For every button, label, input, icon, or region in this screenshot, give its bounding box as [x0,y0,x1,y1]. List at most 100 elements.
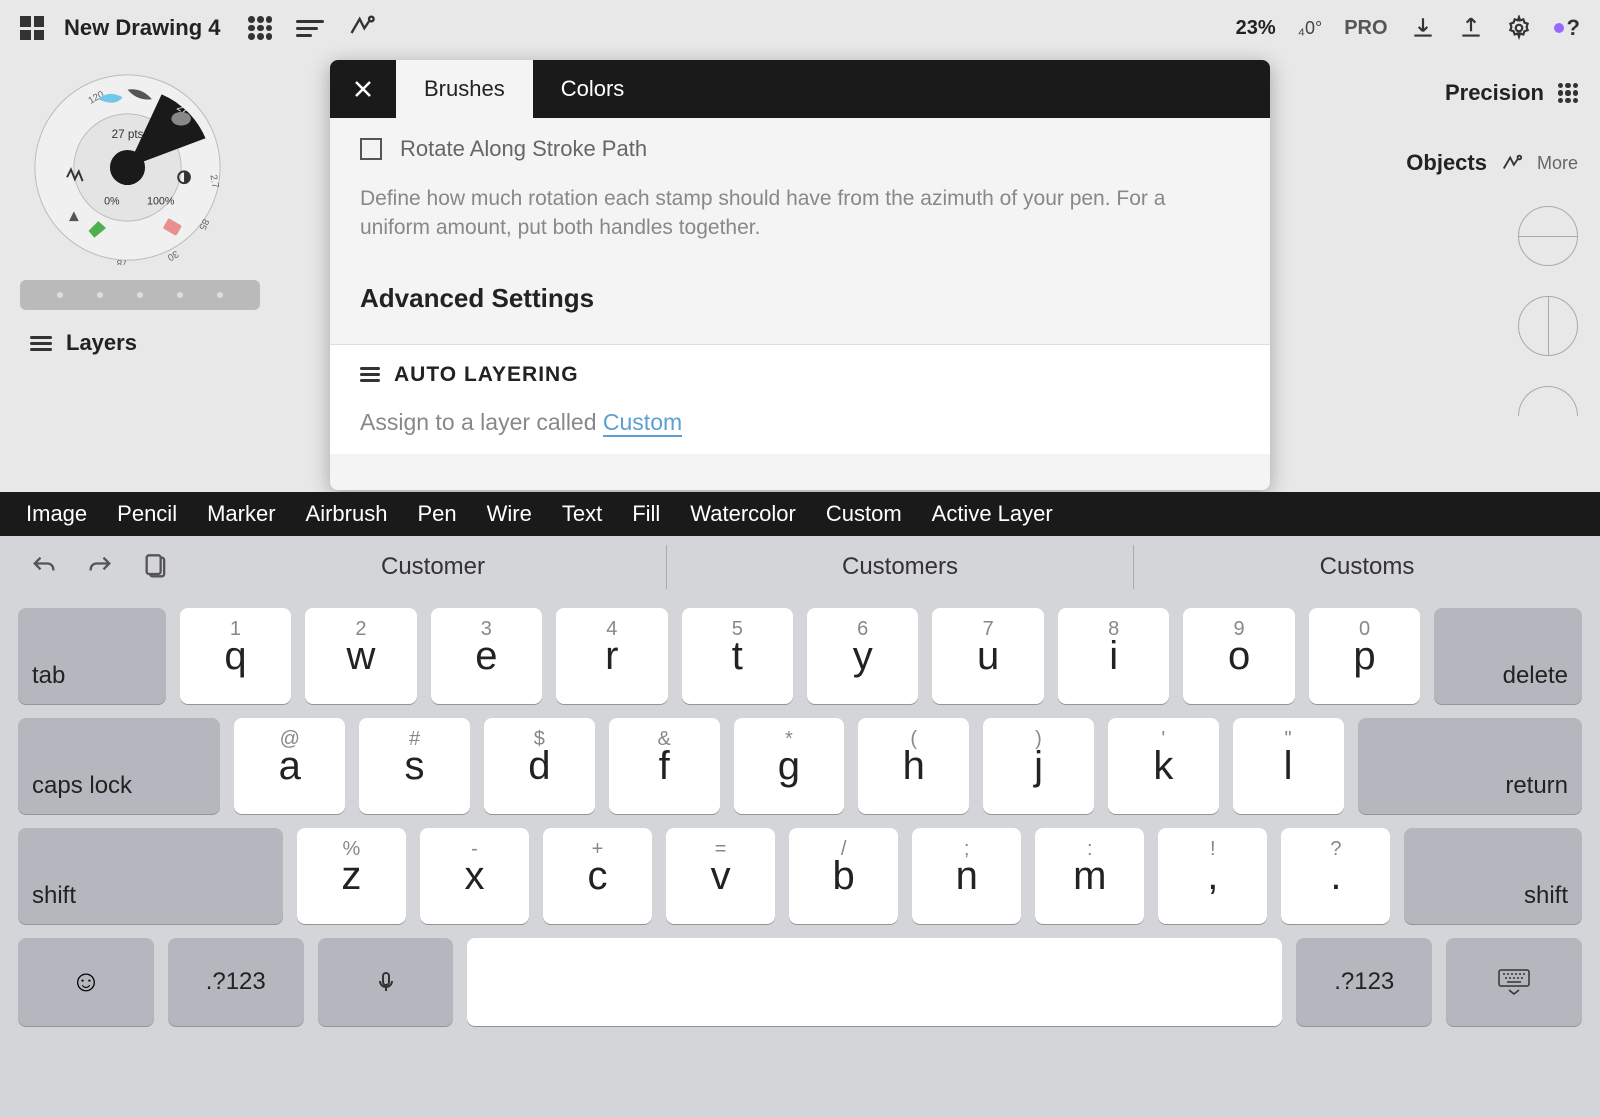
pen-shape-icon[interactable] [1501,152,1523,174]
key-numbers[interactable]: .?123 [168,938,304,1026]
key-j[interactable]: )j [983,718,1094,814]
key-v[interactable]: =v [666,828,775,924]
close-button[interactable] [330,60,396,118]
suggestion-item[interactable]: Pencil [117,501,177,527]
section-advanced-settings: Advanced Settings [360,283,1240,344]
key-q[interactable]: 1q [180,608,291,704]
key-g[interactable]: *g [734,718,845,814]
help-text: Define how much rotation each stamp shou… [360,184,1240,243]
download-icon[interactable] [1410,15,1436,41]
key-z[interactable]: %z [297,828,406,924]
redo-icon[interactable] [86,553,114,581]
key-return[interactable]: return [1358,718,1583,814]
undo-icon[interactable] [30,553,58,581]
key-x[interactable]: -x [420,828,529,924]
page-indicator[interactable] [20,280,260,310]
pen-shape-icon[interactable] [348,12,376,45]
checkbox-label: Rotate Along Stroke Path [400,136,647,162]
suggestion-item[interactable]: Text [562,501,602,527]
key-f[interactable]: &f [609,718,720,814]
key-h[interactable]: (h [858,718,969,814]
stroke-lines-icon[interactable] [296,20,324,37]
auto-layering-label: AUTO LAYERING [394,363,579,387]
brush-radial-wheel[interactable]: 27 pts 120 27 2.7 85 30 78 0% 100% [30,70,225,265]
suggestion-item[interactable]: Fill [632,501,660,527]
key-y[interactable]: 6y [807,608,918,704]
app-grid-icon[interactable] [20,16,44,40]
text-suggestion-bar: Image Pencil Marker Airbrush Pen Wire Te… [0,492,1600,536]
key-i[interactable]: 8i [1058,608,1169,704]
object-preview[interactable] [1518,206,1578,266]
svg-text:78: 78 [117,257,128,265]
key-w[interactable]: 2w [305,608,416,704]
modal-header: Brushes Colors [330,60,1270,118]
key-space[interactable] [467,938,1282,1026]
key-.[interactable]: ?. [1281,828,1390,924]
object-preview[interactable] [1518,386,1578,416]
right-panel: Precision Objects More [1406,80,1578,416]
key-b[interactable]: /b [789,828,898,924]
suggestion-item[interactable]: Wire [487,501,532,527]
keyboard-prediction[interactable]: Customers [666,545,1133,589]
grid-menu-icon[interactable] [248,16,272,40]
objects-label[interactable]: Objects [1406,150,1487,176]
suggestion-item[interactable]: Watercolor [690,501,796,527]
key-e[interactable]: 3e [431,608,542,704]
svg-text:0%: 0% [104,196,120,208]
key-o[interactable]: 9o [1183,608,1294,704]
key-p[interactable]: 0p [1309,608,1420,704]
key-delete[interactable]: delete [1434,608,1582,704]
top-toolbar: New Drawing 4 23% ₄0° PRO ? [0,0,1600,56]
layers-button[interactable]: Layers [30,330,137,356]
key-n[interactable]: ;n [912,828,1021,924]
key-shift[interactable]: shift [1404,828,1582,924]
layers-label: Layers [66,330,137,356]
key-tab[interactable]: tab [18,608,166,704]
key-a[interactable]: @a [234,718,345,814]
key-capslock[interactable]: caps lock [18,718,220,814]
rotation-angle[interactable]: ₄0° [1298,18,1323,39]
clipboard-icon[interactable] [142,553,170,581]
key-dismiss-keyboard[interactable] [1446,938,1582,1026]
suggestion-item[interactable]: Pen [417,501,456,527]
key-l[interactable]: "l [1233,718,1344,814]
pro-badge[interactable]: PRO [1344,17,1387,40]
virtual-keyboard: Customer Customers Customs tab 1q2w3e4r5… [0,536,1600,1118]
suggestion-item[interactable]: Image [26,501,87,527]
key-,[interactable]: !, [1158,828,1267,924]
gear-icon[interactable] [1506,15,1532,41]
key-k[interactable]: 'k [1108,718,1219,814]
key-c[interactable]: +c [543,828,652,924]
tab-brushes[interactable]: Brushes [396,60,533,118]
key-d[interactable]: $d [484,718,595,814]
svg-text:2.7: 2.7 [207,174,220,189]
object-preview[interactable] [1518,296,1578,356]
suggestion-item[interactable]: Custom [826,501,902,527]
key-s[interactable]: #s [359,718,470,814]
zoom-level[interactable]: 23% [1236,17,1276,40]
upload-icon[interactable] [1458,15,1484,41]
checkbox-icon[interactable] [360,138,382,160]
layer-name-input[interactable]: Custom [603,409,682,437]
help-icon[interactable]: ? [1554,15,1580,41]
auto-layering-header[interactable]: AUTO LAYERING [360,363,1240,387]
rotate-checkbox-row[interactable]: Rotate Along Stroke Path [360,136,1240,162]
tab-colors[interactable]: Colors [533,60,653,118]
key-shift[interactable]: shift [18,828,283,924]
more-link[interactable]: More [1537,153,1578,174]
suggestion-item[interactable]: Airbrush [306,501,388,527]
key-numbers[interactable]: .?123 [1296,938,1432,1026]
key-microphone[interactable] [318,938,454,1026]
suggestion-item[interactable]: Active Layer [932,501,1053,527]
keyboard-prediction[interactable]: Customs [1133,545,1600,589]
key-r[interactable]: 4r [556,608,667,704]
key-t[interactable]: 5t [682,608,793,704]
precision-button[interactable]: Precision [1406,80,1578,106]
key-m[interactable]: :m [1035,828,1144,924]
suggestion-item[interactable]: Marker [207,501,275,527]
key-u[interactable]: 7u [932,608,1043,704]
keyboard-prediction[interactable]: Customer [200,545,666,589]
document-title[interactable]: New Drawing 4 [64,15,220,41]
svg-text:27 pts: 27 pts [112,128,144,141]
key-emoji[interactable]: ☺ [18,938,154,1026]
